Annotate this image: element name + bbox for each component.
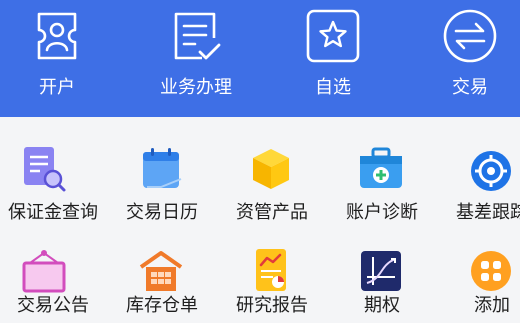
grid-item-margin-query[interactable]: 保证金查询	[0, 117, 110, 223]
grid-item-warehouse-receipts[interactable]: 库存仓单	[107, 219, 217, 316]
nav-label: 自选	[315, 77, 351, 98]
grid-item-options[interactable]: 期权	[327, 219, 437, 316]
grid-item-account-diagnosis[interactable]: 账户诊断	[327, 117, 437, 223]
nav-label: 业务办理	[160, 77, 232, 98]
grid-item-research-reports[interactable]: 研究报告	[217, 219, 327, 316]
feature-grid: 保证金查询 交易日历 资管产品 账户诊断 基差跟踪 交易公告 库存仓单 研究报告…	[0, 117, 520, 323]
cube-icon	[253, 149, 289, 189]
option-chart-icon	[361, 251, 401, 291]
grid-item-label: 添加	[474, 295, 510, 316]
nav-label: 交易	[452, 77, 488, 98]
grid-item-trading-notice[interactable]: 交易公告	[0, 219, 110, 316]
nav-business[interactable]: 业务办理	[141, 0, 251, 117]
top-nav-bar: 开户 业务办理 自选 交易	[0, 0, 520, 117]
calendar-icon	[143, 148, 182, 188]
nav-label: 开户	[39, 77, 75, 98]
grid-item-trading-calendar[interactable]: 交易日历	[107, 117, 217, 223]
medical-kit-icon	[360, 147, 402, 188]
target-icon	[471, 151, 511, 191]
nav-trade[interactable]: 交易	[415, 0, 520, 117]
nav-open-account[interactable]: 开户	[2, 0, 112, 117]
report-chart-icon	[256, 249, 286, 291]
nav-watchlist[interactable]: 自选	[278, 0, 388, 117]
document-search-icon	[24, 147, 66, 192]
exchange-icon	[443, 9, 497, 63]
grid-item-add[interactable]: 添加	[437, 219, 520, 316]
add-grid-icon	[471, 251, 511, 291]
warehouse-icon	[139, 251, 183, 291]
document-check-icon	[174, 12, 221, 60]
grid-item-basis-tracking[interactable]: 基差跟踪	[437, 117, 520, 223]
grid-item-asset-products[interactable]: 资管产品	[217, 117, 327, 223]
id-card-icon	[37, 12, 77, 60]
notice-board-icon	[22, 250, 66, 293]
star-icon	[306, 9, 360, 63]
